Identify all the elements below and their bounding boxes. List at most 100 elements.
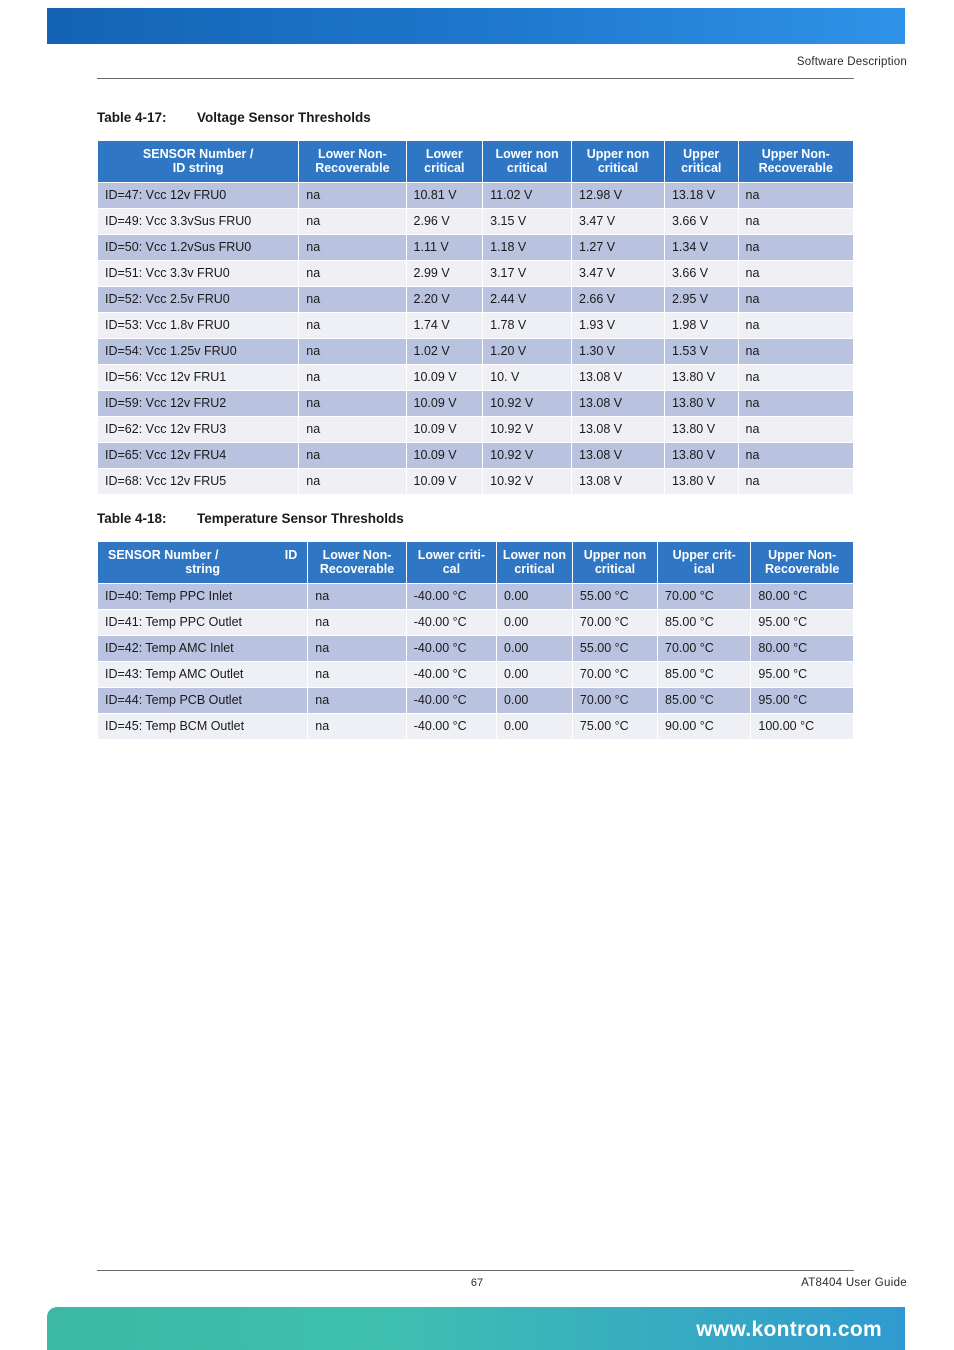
cell-value: 3.47 V bbox=[571, 207, 665, 235]
cell-value: 1.53 V bbox=[663, 337, 739, 365]
column-header-line-2: ID string bbox=[172, 161, 224, 176]
column-header-line-1: Lower Non- bbox=[318, 147, 387, 161]
cell-value: na bbox=[307, 608, 407, 636]
cell-sensor-id: ID=54: Vcc 1.25v FRU0 bbox=[96, 337, 300, 365]
temperature-table-caption-number: Table 4-18: bbox=[97, 511, 167, 526]
column-header-line-2: cal bbox=[442, 562, 461, 577]
cell-value: na bbox=[298, 467, 407, 495]
table-header-row: SENSOR Number / ID string Lower Non- Rec… bbox=[96, 140, 854, 183]
table-row: ID=49: Vcc 3.3vSus FRU0 na 2.96 V 3.15 V 3.4… bbox=[96, 207, 854, 235]
column-header-lower-non-critical: Lower non critical bbox=[482, 140, 572, 183]
cell-value: 10.92 V bbox=[482, 441, 572, 469]
table-row: ID=62: Vcc 12v FRU3 na 10.09 V 10.92 V 13.08… bbox=[96, 415, 854, 443]
cell-value: na bbox=[737, 233, 854, 261]
column-header-line-2: Recoverable bbox=[758, 161, 833, 176]
cell-value: 75.00 °C bbox=[571, 712, 659, 740]
cell-value: na bbox=[307, 660, 407, 688]
cell-value: 70.00 °C bbox=[657, 634, 752, 662]
cell-value: 3.66 V bbox=[663, 207, 739, 235]
cell-sensor-id: ID=47: Vcc 12v FRU0 bbox=[96, 181, 300, 209]
cell-value: 2.99 V bbox=[405, 259, 484, 287]
cell-value: na bbox=[737, 207, 854, 235]
cell-value: 13.18 V bbox=[663, 181, 739, 209]
column-header-upper-non-critical: Upper non critical bbox=[571, 140, 665, 183]
cell-value: na bbox=[298, 207, 407, 235]
footer-divider bbox=[97, 1270, 854, 1271]
cell-value: 13.80 V bbox=[663, 441, 739, 469]
column-header-line-2: critical bbox=[514, 562, 555, 577]
table-row: ID=59: Vcc 12v FRU2 na 10.09 V 10.92 V 13.08… bbox=[96, 389, 854, 417]
cell-value: 10.09 V bbox=[405, 363, 484, 391]
cell-value: na bbox=[307, 582, 407, 610]
column-header-line-2: critical bbox=[681, 161, 722, 176]
cell-value: 10.09 V bbox=[405, 441, 484, 469]
table-row: ID=50: Vcc 1.2vSus FRU0 na 1.11 V 1.18 V 1.2… bbox=[96, 233, 854, 261]
cell-value: 1.18 V bbox=[482, 233, 572, 261]
top-decorative-bar bbox=[47, 8, 905, 44]
cell-value: na bbox=[307, 634, 407, 662]
cell-value: 1.30 V bbox=[571, 337, 665, 365]
cell-value: 13.08 V bbox=[571, 467, 665, 495]
cell-value: 13.08 V bbox=[571, 415, 665, 443]
cell-value: na bbox=[737, 311, 854, 339]
cell-value: 10.92 V bbox=[482, 467, 572, 495]
cell-value: na bbox=[298, 259, 407, 287]
cell-value: 70.00 °C bbox=[571, 608, 659, 636]
column-header-lower-critical: Lower criti- cal bbox=[405, 541, 498, 584]
cell-value: 1.20 V bbox=[482, 337, 572, 365]
footer-website-url: www.kontron.com bbox=[696, 1318, 882, 1341]
column-header-line-1: Upper non bbox=[583, 548, 647, 562]
cell-value: 0.00 bbox=[496, 608, 573, 636]
column-header-lower-non-recoverable: Lower Non- Recoverable bbox=[298, 140, 407, 183]
column-header-line-2: Recoverable bbox=[765, 562, 840, 577]
cell-value: 13.80 V bbox=[663, 415, 739, 443]
cell-value: 80.00 °C bbox=[750, 634, 854, 662]
cell-value: 3.15 V bbox=[482, 207, 572, 235]
cell-value: na bbox=[307, 686, 407, 714]
cell-value: na bbox=[737, 467, 854, 495]
voltage-table-caption-number: Table 4-17: bbox=[97, 110, 167, 125]
cell-value: 0.00 bbox=[496, 582, 573, 610]
table-row: ID=53: Vcc 1.8v FRU0 na 1.74 V 1.78 V 1.93 V… bbox=[96, 311, 854, 339]
cell-value: 100.00 °C bbox=[750, 712, 854, 740]
cell-value: 0.00 bbox=[496, 660, 573, 688]
column-header-upper-critical: Upper critical bbox=[663, 140, 739, 183]
voltage-table-caption-title: Voltage Sensor Thresholds bbox=[197, 110, 371, 125]
cell-value: 95.00 °C bbox=[750, 686, 854, 714]
column-header-line-2: critical bbox=[594, 562, 636, 577]
footer-document-title: AT8404 User Guide bbox=[801, 1277, 907, 1289]
table-row: ID=41: Temp PPC Outlet na -40.00 °C 0.00 70.… bbox=[96, 608, 854, 636]
cell-value: na bbox=[737, 181, 854, 209]
table-row: ID=65: Vcc 12v FRU4 na 10.09 V 10.92 V 13.08… bbox=[96, 441, 854, 469]
cell-value: na bbox=[307, 712, 407, 740]
table-row: ID=45: Temp BCM Outlet na -40.00 °C 0.00 75.… bbox=[96, 712, 854, 740]
column-header-lower-non-critical: Lower non critical bbox=[496, 541, 573, 584]
cell-value: 85.00 °C bbox=[657, 660, 752, 688]
cell-sensor-id: ID=40: Temp PPC Inlet bbox=[96, 582, 309, 610]
column-header-line-1: Upper non bbox=[586, 147, 650, 161]
cell-value: 3.66 V bbox=[663, 259, 739, 287]
cell-value: na bbox=[737, 415, 854, 443]
cell-value: 11.02 V bbox=[482, 181, 572, 209]
cell-sensor-id: ID=41: Temp PPC Outlet bbox=[96, 608, 309, 636]
cell-value: 1.78 V bbox=[482, 311, 572, 339]
column-header-lower-critical: Lower critical bbox=[405, 140, 484, 183]
column-header-line-2: critical bbox=[424, 161, 465, 176]
cell-value: 10.81 V bbox=[405, 181, 484, 209]
cell-value: 0.00 bbox=[496, 686, 573, 714]
column-header-sensor-id: SENSOR Number / ID string bbox=[96, 140, 300, 183]
cell-value: 1.93 V bbox=[571, 311, 665, 339]
cell-value: na bbox=[737, 363, 854, 391]
cell-value: -40.00 °C bbox=[405, 712, 498, 740]
cell-value: 3.17 V bbox=[482, 259, 572, 287]
cell-sensor-id: ID=43: Temp AMC Outlet bbox=[96, 660, 309, 688]
column-header-upper-non-critical: Upper non critical bbox=[571, 541, 659, 584]
cell-value: 3.47 V bbox=[571, 259, 665, 287]
table-row: ID=43: Temp AMC Outlet na -40.00 °C 0.00 70.… bbox=[96, 660, 854, 688]
column-header-sensor-id: SENSOR Number / ID string bbox=[96, 541, 309, 584]
cell-value: 10.92 V bbox=[482, 389, 572, 417]
table-row: ID=51: Vcc 3.3v FRU0 na 2.99 V 3.17 V 3.47 V… bbox=[96, 259, 854, 287]
cell-value: 95.00 °C bbox=[750, 660, 854, 688]
table-row: ID=68: Vcc 12v FRU5 na 10.09 V 10.92 V 13.08… bbox=[96, 467, 854, 495]
cell-sensor-id: ID=68: Vcc 12v FRU5 bbox=[96, 467, 300, 495]
